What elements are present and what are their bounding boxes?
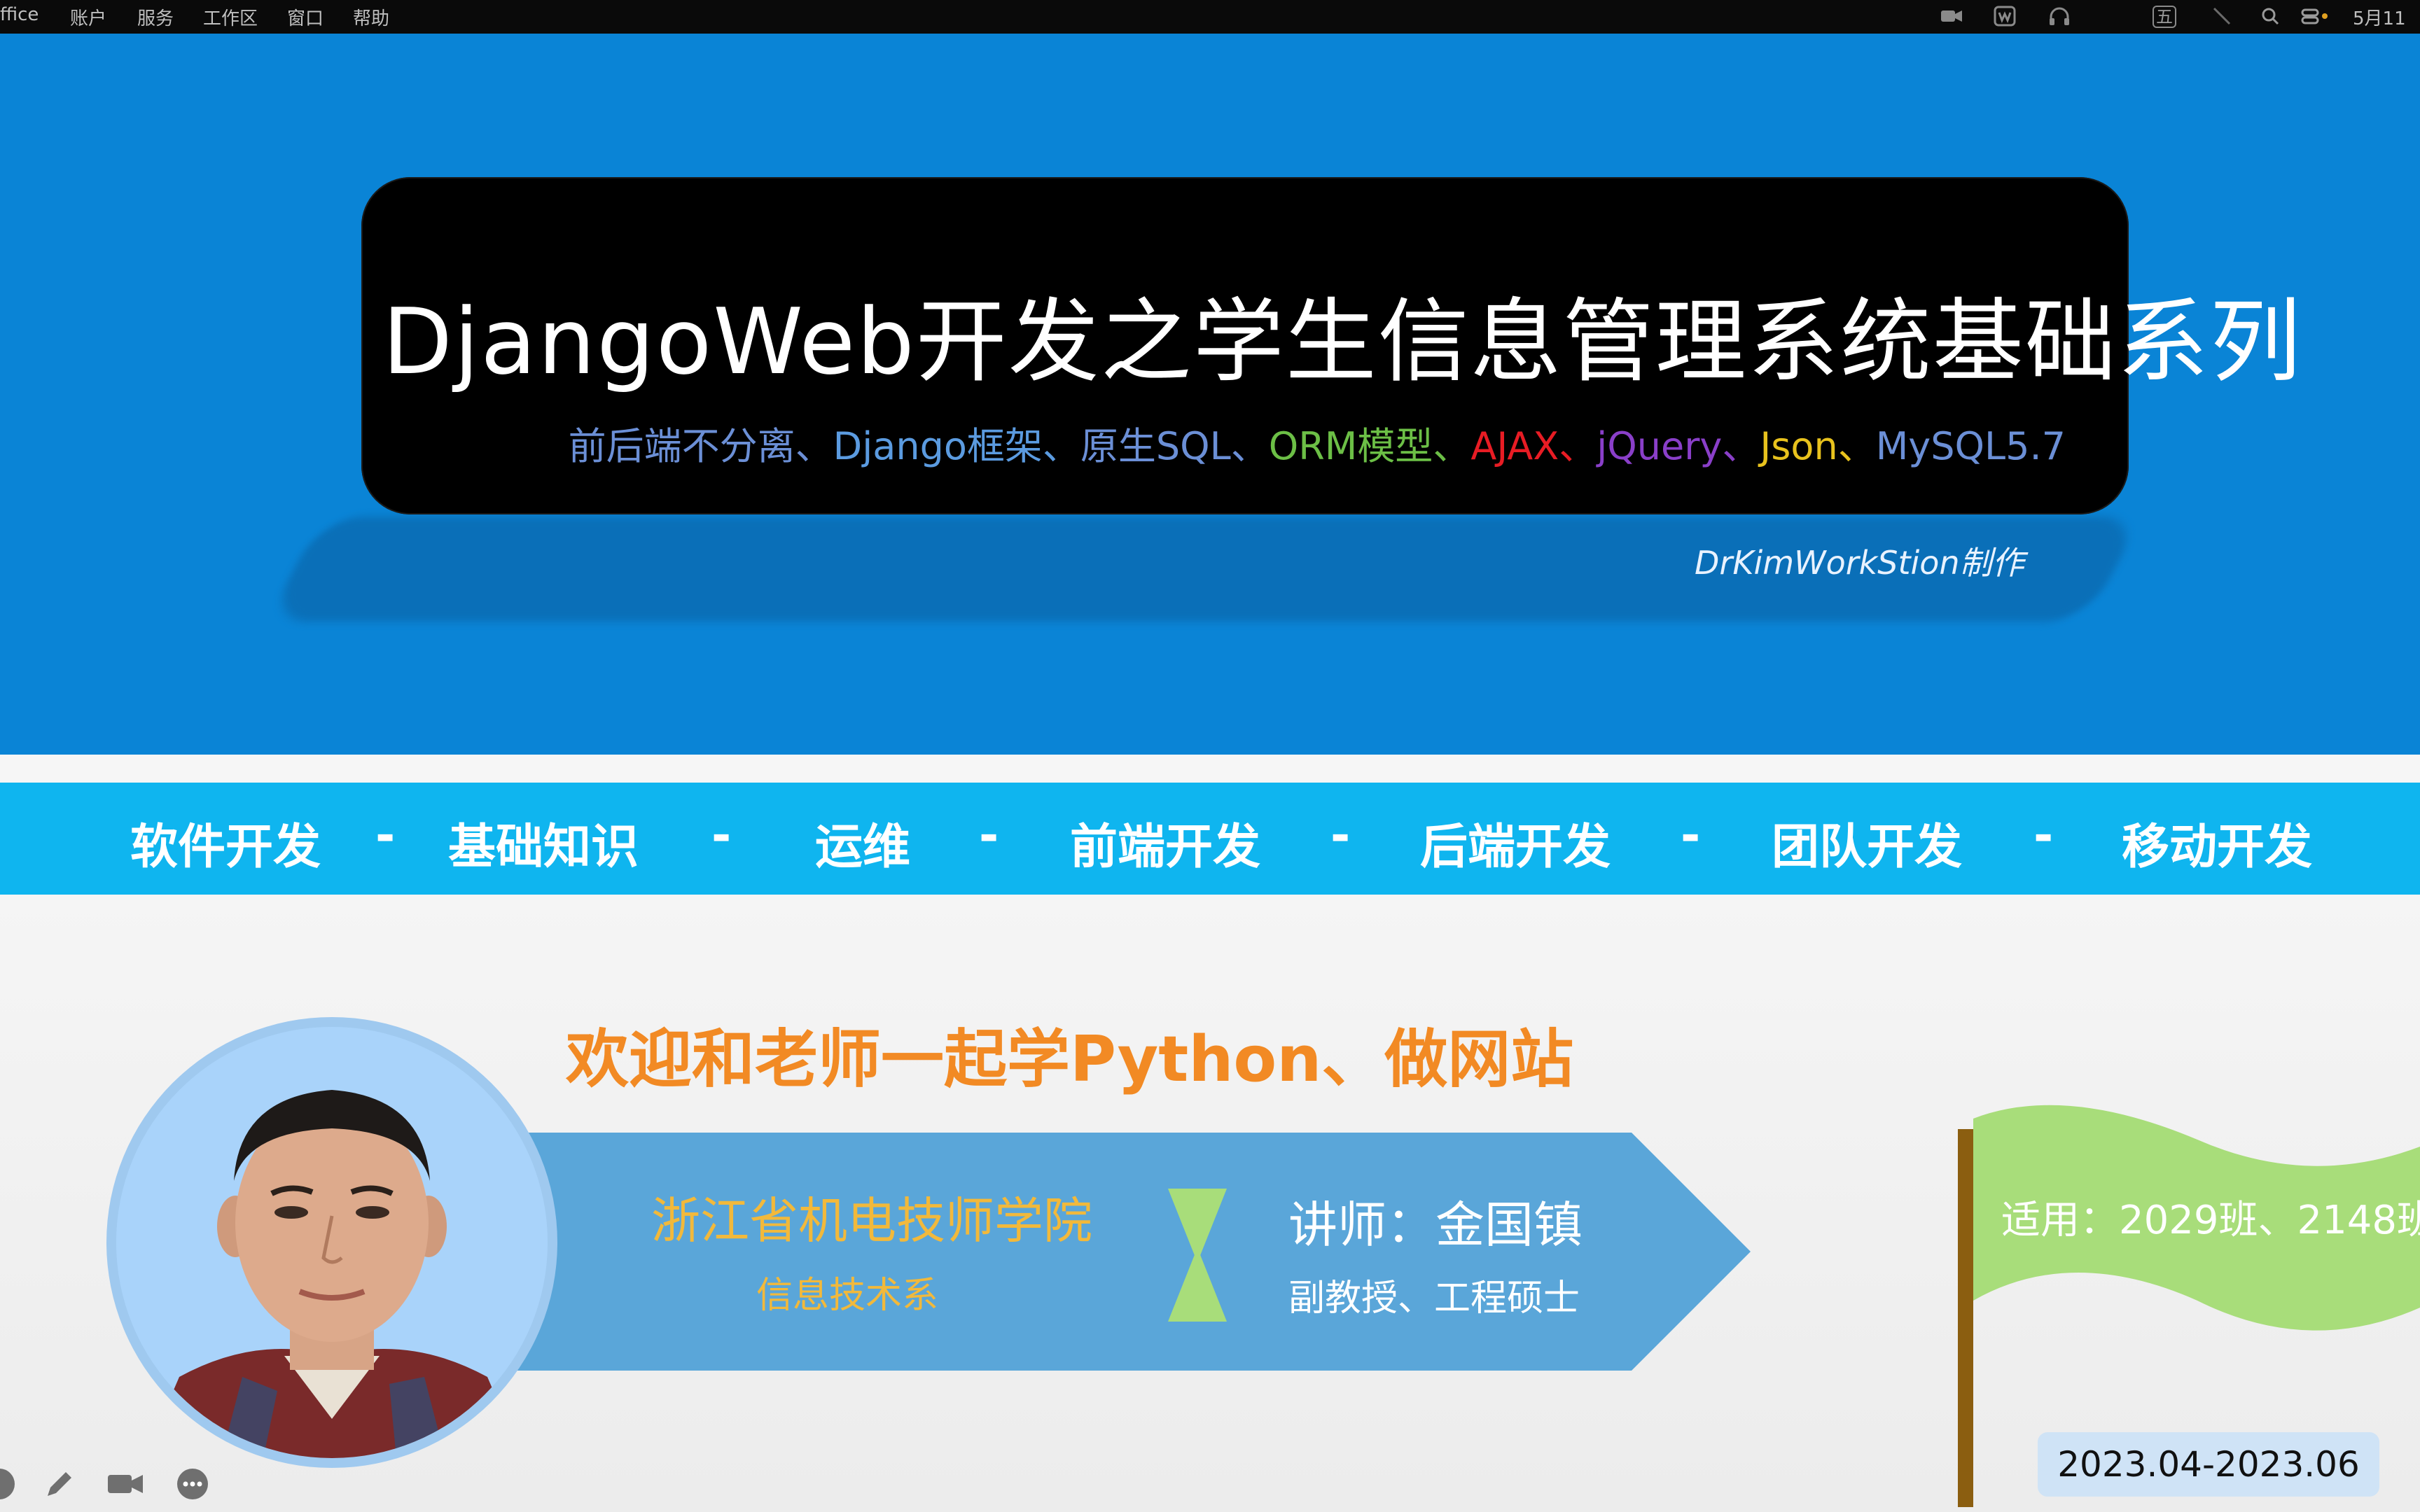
credit-text: DrKimWorkStion制作 [1695,544,2024,582]
menu-item-account[interactable]: 账户 [70,4,106,30]
menu-item-workspace[interactable]: 工作区 [203,4,258,30]
school-name: 浙江省机电技师学院 [651,1192,1092,1250]
video-camera-icon[interactable] [1940,6,1963,27]
date-range-badge: 2023.04-2023.06 [2038,1432,2379,1497]
previous-icon[interactable] [0,1466,17,1502]
title-box: DjangoWeb开发之学生信息管理系统基础系列 前后端不分离、Django框架… [361,177,2302,514]
topic-basics: 基础知识 [448,820,639,875]
presentation-slide: DjangoWeb开发之学生信息管理系统基础系列 前后端不分离、Django框架… [0,34,2420,1512]
menu-item-help[interactable]: 帮助 [353,4,389,30]
topic-ops: 运维 [815,820,911,875]
flag-pole [1958,1129,1973,1507]
presentation-toolbar [0,1466,238,1506]
teacher-title: 副教授、工程硕士 [1288,1278,1580,1320]
topic-software-dev: 软件开发 [130,820,321,875]
teacher-name: 讲师：金国镇 [1288,1196,1583,1254]
topic-team-dev: 团队开发 [1772,820,1963,875]
tech-tag: 原生SQL、 [1080,424,1269,468]
topic-mobile-dev: 移动开发 [2122,820,2313,875]
video-camera-icon[interactable] [106,1466,143,1502]
divider-strip [0,755,2420,783]
main-title: DjangoWeb开发之学生信息管理系统基础系列 [382,288,2302,395]
tech-tag: AJAX、 [1470,424,1597,468]
topic-backend: 后端开发 [1420,820,1611,875]
hero-banner: DjangoWeb开发之学生信息管理系统基础系列 前后端不分离、Django框架… [0,34,2420,755]
topic-separator: - [375,808,396,863]
topic-frontend: 前端开发 [1070,820,1261,875]
tech-tags-line: 前后端不分离、Django框架、原生SQL、ORM模型、AJAX、jQuery、… [569,415,2066,470]
menu-item-services[interactable]: 服务 [137,4,174,30]
headphones-icon[interactable] [2047,6,2071,27]
menu-app-name[interactable]: ffice [0,4,39,25]
menu-bar: ffice 账户 服务 工作区 窗口 帮助 五 5月11日 [0,0,2420,55]
more-icon[interactable] [175,1466,210,1502]
topic-nav-band: 软件开发 - 基础知识 - 运维 - 前端开发 - 后端开发 - 团队开发 - … [0,783,2420,895]
tech-tag: jQuery、 [1597,424,1760,468]
tech-tag: Json、 [1760,424,1876,468]
tech-tag: 前后端不分离、 [568,424,833,468]
topic-separator: - [2033,808,2054,863]
wps-icon[interactable] [1993,6,2017,27]
search-icon[interactable] [2259,6,2283,27]
menu-item-window[interactable]: 窗口 [287,4,324,30]
topic-separator: - [979,808,999,863]
info-arrow-banner: 浙江省机电技师学院 信息技术系 讲师：金国镇 副教授、工程硕士 [490,1133,1751,1371]
department-name: 信息技术系 [756,1275,938,1317]
pen-icon[interactable] [42,1466,77,1502]
tech-tag: MySQL5.7 [1875,424,2066,468]
lower-section: 欢迎和老师一起学Python、做网站 浙江省机电技师学院 信息技术系 讲师：金国… [0,895,2420,1512]
hourglass-icon [1168,1189,1227,1322]
applicable-classes: 适用：2029班、2148班 [2001,1198,2420,1243]
topic-separator: - [1330,808,1351,863]
wifi-off-icon[interactable] [2210,6,2234,27]
tech-tag: ORM模型、 [1268,424,1471,468]
control-center-icon[interactable] [2301,6,2328,27]
welcome-heading: 欢迎和老师一起学Python、做网站 [566,1023,1574,1096]
teacher-photo [116,1027,548,1458]
topic-separator: - [711,808,732,863]
tech-tag: Django框架、 [833,424,1080,468]
topic-separator: - [1681,808,1701,863]
input-method-icon[interactable]: 五 [2153,6,2176,28]
